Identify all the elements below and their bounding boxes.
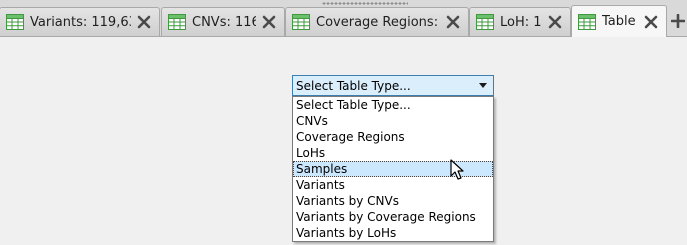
tab-label: CNVs: 116 — [192, 14, 256, 30]
table-icon — [168, 14, 186, 30]
tab-label: Coverage Regions: ... — [316, 14, 440, 30]
tab-loh[interactable]: LoH: 1 — [469, 7, 571, 36]
close-icon[interactable] — [137, 15, 151, 29]
close-icon[interactable] — [262, 15, 276, 29]
table-icon — [476, 14, 494, 30]
tab-label: Table — [602, 14, 636, 29]
dropdown-option[interactable]: Select Table Type... — [293, 97, 493, 113]
table-icon — [6, 14, 24, 30]
tab-variants[interactable]: Variants: 119,630 — [0, 7, 160, 36]
tab-coverage-regions[interactable]: Coverage Regions: ... — [285, 7, 469, 36]
close-icon[interactable] — [644, 15, 658, 29]
drag-grip[interactable] — [322, 2, 408, 5]
table-type-select[interactable]: Select Table Type... — [292, 75, 494, 96]
dropdown-option[interactable]: Variants by CNVs — [293, 193, 493, 209]
tab-cnvs[interactable]: CNVs: 116 — [161, 7, 285, 36]
dropdown-option[interactable]: Variants by LoHs — [293, 225, 493, 241]
table-icon — [292, 14, 310, 30]
tab-label: LoH: 1 — [500, 14, 542, 30]
dropdown-option[interactable]: Variants by Coverage Regions — [293, 209, 493, 225]
mouse-pointer-icon — [450, 159, 464, 180]
tab-table[interactable]: Table — [571, 5, 667, 37]
chevron-down-icon[interactable] — [479, 83, 487, 88]
tab-bar: Variants: 119,630 CNVs: 116 Coverage Reg — [0, 0, 687, 37]
dropdown-option[interactable]: Coverage Regions — [293, 129, 493, 145]
dropdown-option[interactable]: CNVs — [293, 113, 493, 129]
add-tab-icon[interactable] — [671, 14, 685, 28]
close-icon[interactable] — [446, 15, 460, 29]
tab-label: Variants: 119,630 — [30, 14, 131, 30]
select-value: Select Table Type... — [296, 78, 411, 93]
table-icon — [578, 13, 596, 30]
close-icon[interactable] — [548, 15, 562, 29]
